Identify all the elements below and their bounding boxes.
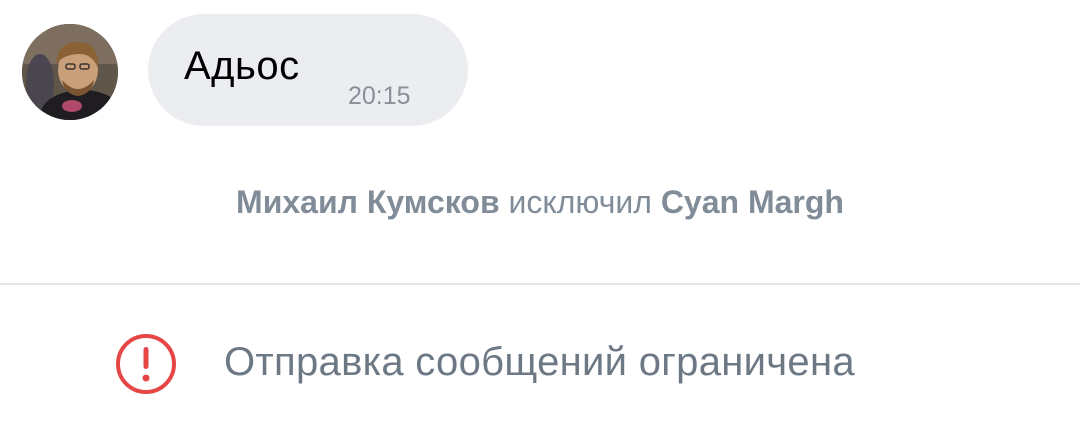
divider: [0, 283, 1080, 285]
service-target[interactable]: Cyan Margh: [661, 184, 844, 220]
message-bubble[interactable]: Адьос 20:15: [148, 14, 468, 126]
chat-screen: Адьос 20:15 Михаил Кумсков исключил Cyan…: [0, 0, 1080, 441]
message-text: Адьос: [184, 44, 300, 88]
avatar[interactable]: [22, 24, 118, 120]
message-time: 20:15: [348, 82, 411, 110]
service-message: Михаил Кумсков исключил Cyan Margh: [0, 184, 1080, 221]
avatar-photo: [22, 24, 118, 120]
alert-circle-icon: [116, 334, 176, 394]
restriction-text: Отправка сообщений ограничена: [224, 340, 855, 384]
service-actor[interactable]: Михаил Кумсков: [236, 184, 500, 220]
restriction-banner: Отправка сообщений ограничена: [0, 330, 1080, 400]
service-action: исключил: [508, 184, 652, 220]
